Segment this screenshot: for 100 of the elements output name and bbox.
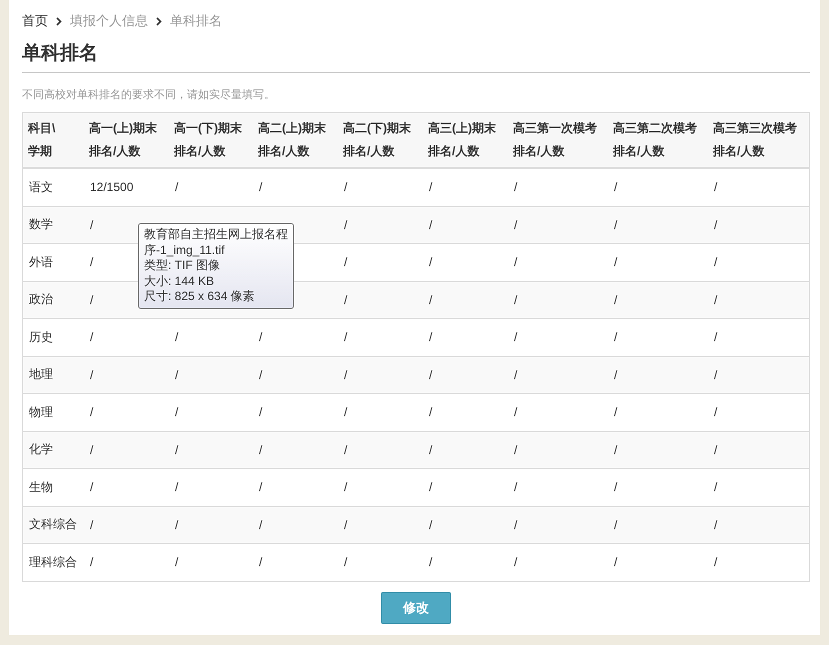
table-cell: / [614,330,618,344]
column-header: 高三第二次模考 [613,121,697,135]
file-tooltip: 教育部自主招生网上报名程 序-1_img_11.tif 类型: TIF 图像 大小: 144 KB 尺寸: 825 x 634 像素 [138,223,294,308]
table-cell: / [344,218,348,232]
subject-cell: 物理 [29,404,53,419]
subject-cell: 化学 [29,442,53,456]
column-header: 高二(下)期末 [343,121,411,135]
subject-cell: 语文 [29,180,53,194]
table-cell: / [514,255,518,270]
table-cell: / [90,518,94,532]
table-cell: / [429,292,432,307]
table-cell: / [514,180,518,194]
table-cell: / [175,518,178,532]
column-header: 排名/人数 [89,144,140,158]
table-cell: / [514,405,518,420]
table-cell: / [175,442,178,457]
table-cell: / [514,555,518,570]
column-header: 排名/人数 [174,144,226,158]
table-cell: / [714,292,718,307]
table-cell: / [614,292,618,307]
table-cell: / [429,518,432,532]
column-header: 排名/人数 [513,144,564,158]
table-cell: / [614,480,618,494]
subject-cell: 文科综合 [29,517,77,532]
breadcrumb-link[interactable]: 首页 [22,12,48,30]
column-header: 排名/人数 [428,144,480,158]
column-header: 学期 [28,144,52,158]
table-cell: / [344,368,348,382]
table-cell: / [259,405,262,420]
table-cell: / [714,218,718,232]
table-cell: / [90,218,94,232]
table-cell: / [614,368,618,382]
note-text: 不同高校对单科排名的要求不同，请如实尽量填写。 [22,88,276,102]
table-cell: / [90,255,94,270]
table-cell: / [714,555,718,570]
subject-cell: 生物 [29,480,53,494]
column-header: 排名/人数 [713,144,764,158]
table-cell: / [259,368,262,382]
table-cell: / [614,218,618,232]
breadcrumb-text: 填报个人信息 [70,12,148,30]
table-cell: 12/1500 [90,180,134,194]
table-cell: / [344,180,348,194]
table-cell: / [614,405,618,420]
table-cell: / [344,480,348,494]
column-header: 高三第三次模考 [713,121,797,135]
table-cell: / [90,330,94,344]
subject-cell: 数学 [29,217,53,232]
subject-cell: 地理 [29,367,53,382]
table-cell: / [90,480,94,494]
column-header: 排名/人数 [343,144,394,158]
table-cell: / [344,330,348,344]
table-cell: / [614,255,618,270]
table-cell: / [259,180,262,194]
column-header: 高一(下)期末 [174,121,242,135]
table-cell: / [614,442,618,457]
table-cell: / [429,180,432,194]
page-title: 单科排名 [22,42,810,73]
table-cell: / [514,442,518,457]
table-cell: / [90,442,94,457]
table-cell: / [429,442,432,457]
table-cell: / [429,480,432,494]
column-header: 科目\ [28,121,56,135]
table-cell: / [344,442,348,457]
column-header: 高二(上)期末 [258,121,326,135]
table-cell: / [344,518,348,532]
table-cell: / [429,368,432,382]
table-cell: / [429,555,432,570]
table-cell: / [344,255,348,270]
table-cell: / [259,555,262,570]
table-cell: / [614,555,618,570]
chevron-icon [156,16,162,26]
table-cell: / [514,480,518,494]
table-cell: / [259,442,262,457]
table-cell: / [429,330,432,344]
table-cell: / [175,180,178,194]
table-cell: / [714,518,718,532]
table-cell: / [429,218,432,232]
table-cell: / [90,405,94,420]
column-header: 排名/人数 [613,144,664,158]
table-cell: / [714,480,718,494]
table-cell: / [514,218,518,232]
subject-cell: 政治 [29,292,53,306]
table-cell: / [714,368,718,382]
column-header: 排名/人数 [258,144,310,158]
table-cell: / [90,555,94,570]
subject-cell: 外语 [29,254,53,269]
table-cell: / [344,405,348,420]
subject-cell: 理科综合 [29,554,77,569]
chevron-icon [56,16,62,26]
table-cell: / [429,255,432,270]
table-cell: / [514,518,518,532]
table-cell: / [514,292,518,307]
table-cell: / [175,330,178,344]
column-header: 高一(上)期末 [89,121,157,135]
table-cell: / [175,480,178,494]
table-cell: / [175,555,178,570]
table-cell: / [514,330,518,344]
table-cell: / [614,518,618,532]
breadcrumb-text: 单科排名 [170,12,222,30]
table-cell: / [714,180,718,194]
